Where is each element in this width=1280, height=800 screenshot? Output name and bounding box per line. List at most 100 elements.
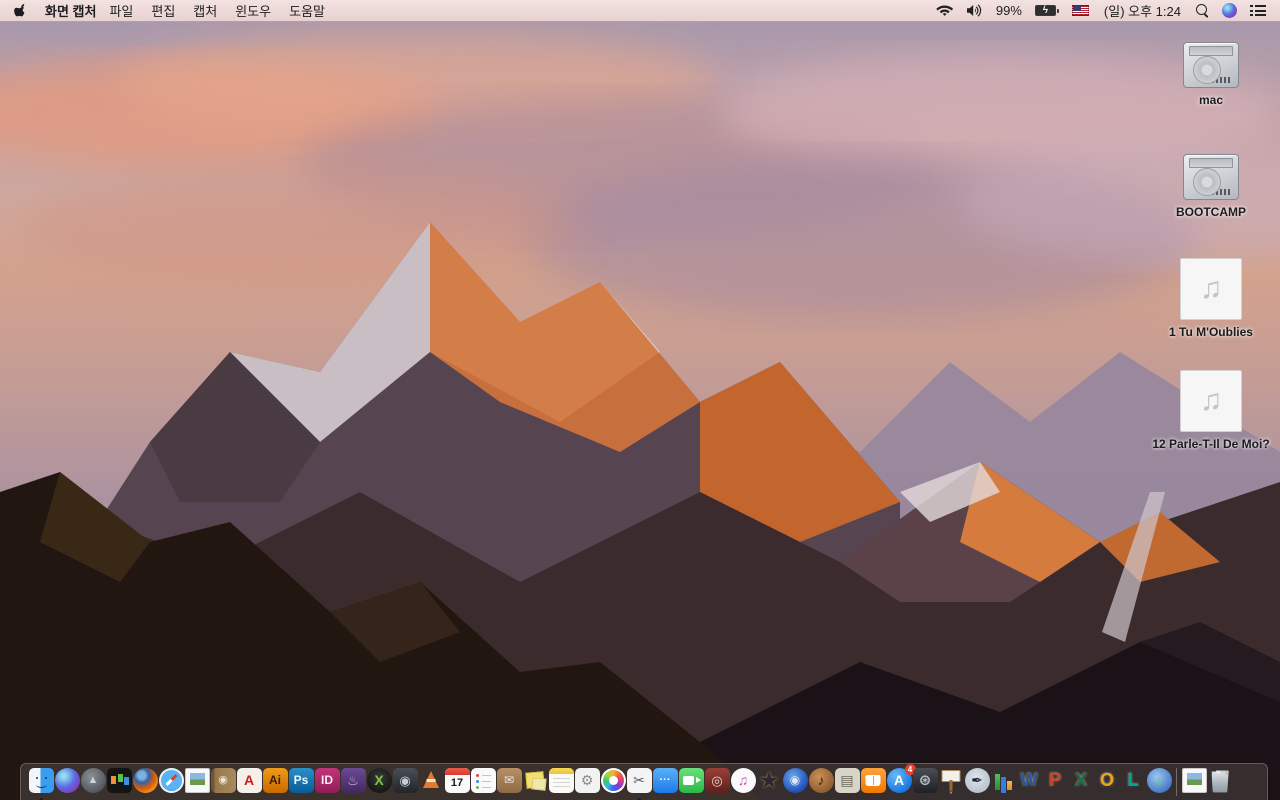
- word-app-icon[interactable]: W: [1017, 768, 1042, 797]
- contacts-app-icon[interactable]: ◉: [210, 767, 236, 797]
- wallpaper-mountains: [0, 32, 1280, 800]
- battery-charging-icon[interactable]: ϟ: [1033, 0, 1061, 21]
- image-tool-app-icon-art: ⚙: [574, 767, 600, 793]
- launchpad-app-icon[interactable]: ▲: [80, 767, 106, 797]
- volume-bootcamp[interactable]: BOOTCAMP: [1147, 146, 1275, 258]
- photoshop-app-icon-glyph: Ps: [293, 773, 309, 787]
- menu-clock[interactable]: (일) 오후 1:24: [1100, 0, 1185, 21]
- itunes-app-icon-glyph: ♫: [737, 772, 749, 788]
- image-tool-app-icon[interactable]: ⚙: [574, 767, 600, 797]
- calendar-app-icon[interactable]: 17: [444, 767, 470, 797]
- photos-app-icon[interactable]: [600, 767, 626, 797]
- photos-app-icon-art: [600, 767, 626, 793]
- pages-inkwell-app-icon[interactable]: ✒: [964, 767, 990, 797]
- input-source-flag-icon[interactable]: [1070, 0, 1091, 21]
- menu-item-3[interactable]: 윈도우: [226, 0, 280, 21]
- powerpoint-app-icon[interactable]: P: [1043, 768, 1068, 797]
- reminders-app-icon[interactable]: [470, 767, 496, 797]
- dvd-app-icon[interactable]: ◉: [782, 767, 808, 797]
- acrobat-app-icon[interactable]: A: [236, 767, 262, 797]
- trash-icon[interactable]: [1208, 768, 1233, 797]
- excel-app-icon-glyph: X: [1074, 770, 1087, 790]
- battery-percent[interactable]: 99%: [994, 0, 1024, 21]
- siri-app-icon[interactable]: [54, 767, 80, 797]
- hard-drive-icon: [1183, 42, 1239, 88]
- disk-app-icon-glyph: ◉: [399, 772, 411, 788]
- ibooks-app-icon[interactable]: [860, 767, 886, 797]
- launchpad-app-icon-glyph: ▲: [87, 773, 99, 786]
- firefox-app-icon-art: [132, 767, 158, 793]
- vlc-app-icon[interactable]: [419, 768, 444, 797]
- firefox-app-icon[interactable]: [132, 767, 158, 797]
- globe-download-app-icon[interactable]: ↓: [1146, 767, 1172, 797]
- safari-app-icon-art: [158, 767, 184, 793]
- contacts-app-icon-art: ◉: [210, 767, 236, 793]
- volume-mac[interactable]: mac: [1147, 34, 1275, 146]
- image-document-icon-art: [1181, 767, 1207, 793]
- spotlight-search-icon[interactable]: [1194, 0, 1211, 21]
- messages-app-icon[interactable]: ···: [652, 767, 678, 797]
- active-app-name[interactable]: 화면 캡처: [45, 1, 96, 20]
- ibooks-app-icon-art: [860, 767, 886, 793]
- mission-control-app-icon[interactable]: [106, 767, 132, 797]
- menu-item-1[interactable]: 편집: [142, 0, 184, 21]
- messages-app-icon-art: ···: [652, 767, 678, 793]
- wifi-icon[interactable]: [934, 0, 955, 21]
- notes-app-icon[interactable]: [548, 767, 574, 797]
- keynote-app-icon[interactable]: [939, 768, 964, 797]
- finder-app-icon[interactable]: [28, 767, 54, 800]
- siri-icon[interactable]: [1220, 0, 1239, 21]
- apple-menu-icon[interactable]: [14, 3, 29, 19]
- disk-app-icon[interactable]: ◉: [392, 767, 418, 797]
- numbers-chart-app-icon[interactable]: [991, 768, 1016, 797]
- audio-file-tu-moublies[interactable]: ♫ 1 Tu M'Oublies: [1147, 258, 1275, 370]
- preview-app-icon-art: [184, 767, 210, 793]
- app-store-app-icon-glyph: A: [893, 772, 905, 788]
- media-x-app-icon-art: X: [366, 767, 392, 793]
- app-store-app-icon[interactable]: A4: [886, 763, 916, 797]
- indesign-app-icon-art: ID: [314, 767, 340, 793]
- powerpoint-app-icon-glyph: P: [1048, 770, 1061, 790]
- imovie-app-icon[interactable]: ★: [757, 768, 782, 797]
- letter-box-app-icon[interactable]: ✉: [496, 767, 522, 797]
- photoshop-app-icon[interactable]: Ps: [288, 767, 314, 797]
- facetime-app-icon[interactable]: [678, 767, 704, 797]
- volume-icon[interactable]: [964, 0, 985, 21]
- excel-app-icon[interactable]: X: [1069, 768, 1094, 797]
- preview-app-icon[interactable]: [184, 767, 210, 797]
- safari-app-icon[interactable]: [158, 767, 184, 797]
- notification-center-icon[interactable]: [1248, 0, 1268, 21]
- calendar-app-icon-glyph: 17: [450, 777, 464, 789]
- newspaper-app-icon-glyph: ▤: [840, 772, 854, 788]
- wheel-app-icon-glyph: ⊛: [918, 771, 932, 789]
- letter-box-app-icon-art: ✉: [496, 767, 522, 793]
- screen-capture-grab-app-icon[interactable]: ✂: [626, 767, 652, 800]
- audio-file-parle-t-il-de-moi[interactable]: ♫ 12 Parle-T-Il De Moi?: [1147, 370, 1275, 482]
- toast-app-icon[interactable]: ♨: [340, 767, 366, 797]
- menu-item-0[interactable]: 파일: [100, 0, 142, 21]
- media-x-app-icon[interactable]: X: [366, 767, 392, 797]
- garageband-app-icon[interactable]: ♪: [808, 767, 834, 797]
- globe-download-app-icon-art: ↓: [1146, 767, 1172, 793]
- indesign-app-icon[interactable]: ID: [314, 767, 340, 797]
- calendar-app-icon-art: 17: [444, 767, 470, 793]
- dvd-app-icon-glyph: ◉: [789, 773, 801, 787]
- itunes-app-icon[interactable]: ♫: [730, 767, 756, 797]
- outlook-app-icon-glyph: O: [1099, 770, 1114, 790]
- stickies-app-icon[interactable]: [523, 768, 548, 797]
- lync-app-icon[interactable]: L: [1121, 768, 1146, 797]
- acrobat-app-icon-glyph: A: [243, 772, 255, 788]
- word-app-icon-art: W: [1017, 768, 1042, 793]
- desktop-icons: mac BOOTCAMP ♫ 1 Tu M'Oublies ♫ 12 Parle-T-Il…: [1147, 34, 1275, 482]
- garageband-app-icon-glyph: ♪: [817, 772, 825, 788]
- illustrator-app-icon[interactable]: Ai: [262, 767, 288, 797]
- image-document-icon[interactable]: [1181, 767, 1207, 797]
- photo-booth-app-icon[interactable]: ◎: [704, 767, 730, 797]
- menu-item-2[interactable]: 캡처: [184, 0, 226, 21]
- outlook-app-icon[interactable]: O: [1095, 768, 1120, 797]
- newspaper-app-icon[interactable]: ▤: [834, 767, 860, 797]
- wheel-app-icon[interactable]: ⊛: [912, 767, 938, 797]
- image-tool-app-icon-glyph: ⚙: [580, 772, 594, 788]
- illustrator-app-icon-glyph: Ai: [269, 773, 281, 787]
- menu-item-4[interactable]: 도움말: [280, 0, 334, 21]
